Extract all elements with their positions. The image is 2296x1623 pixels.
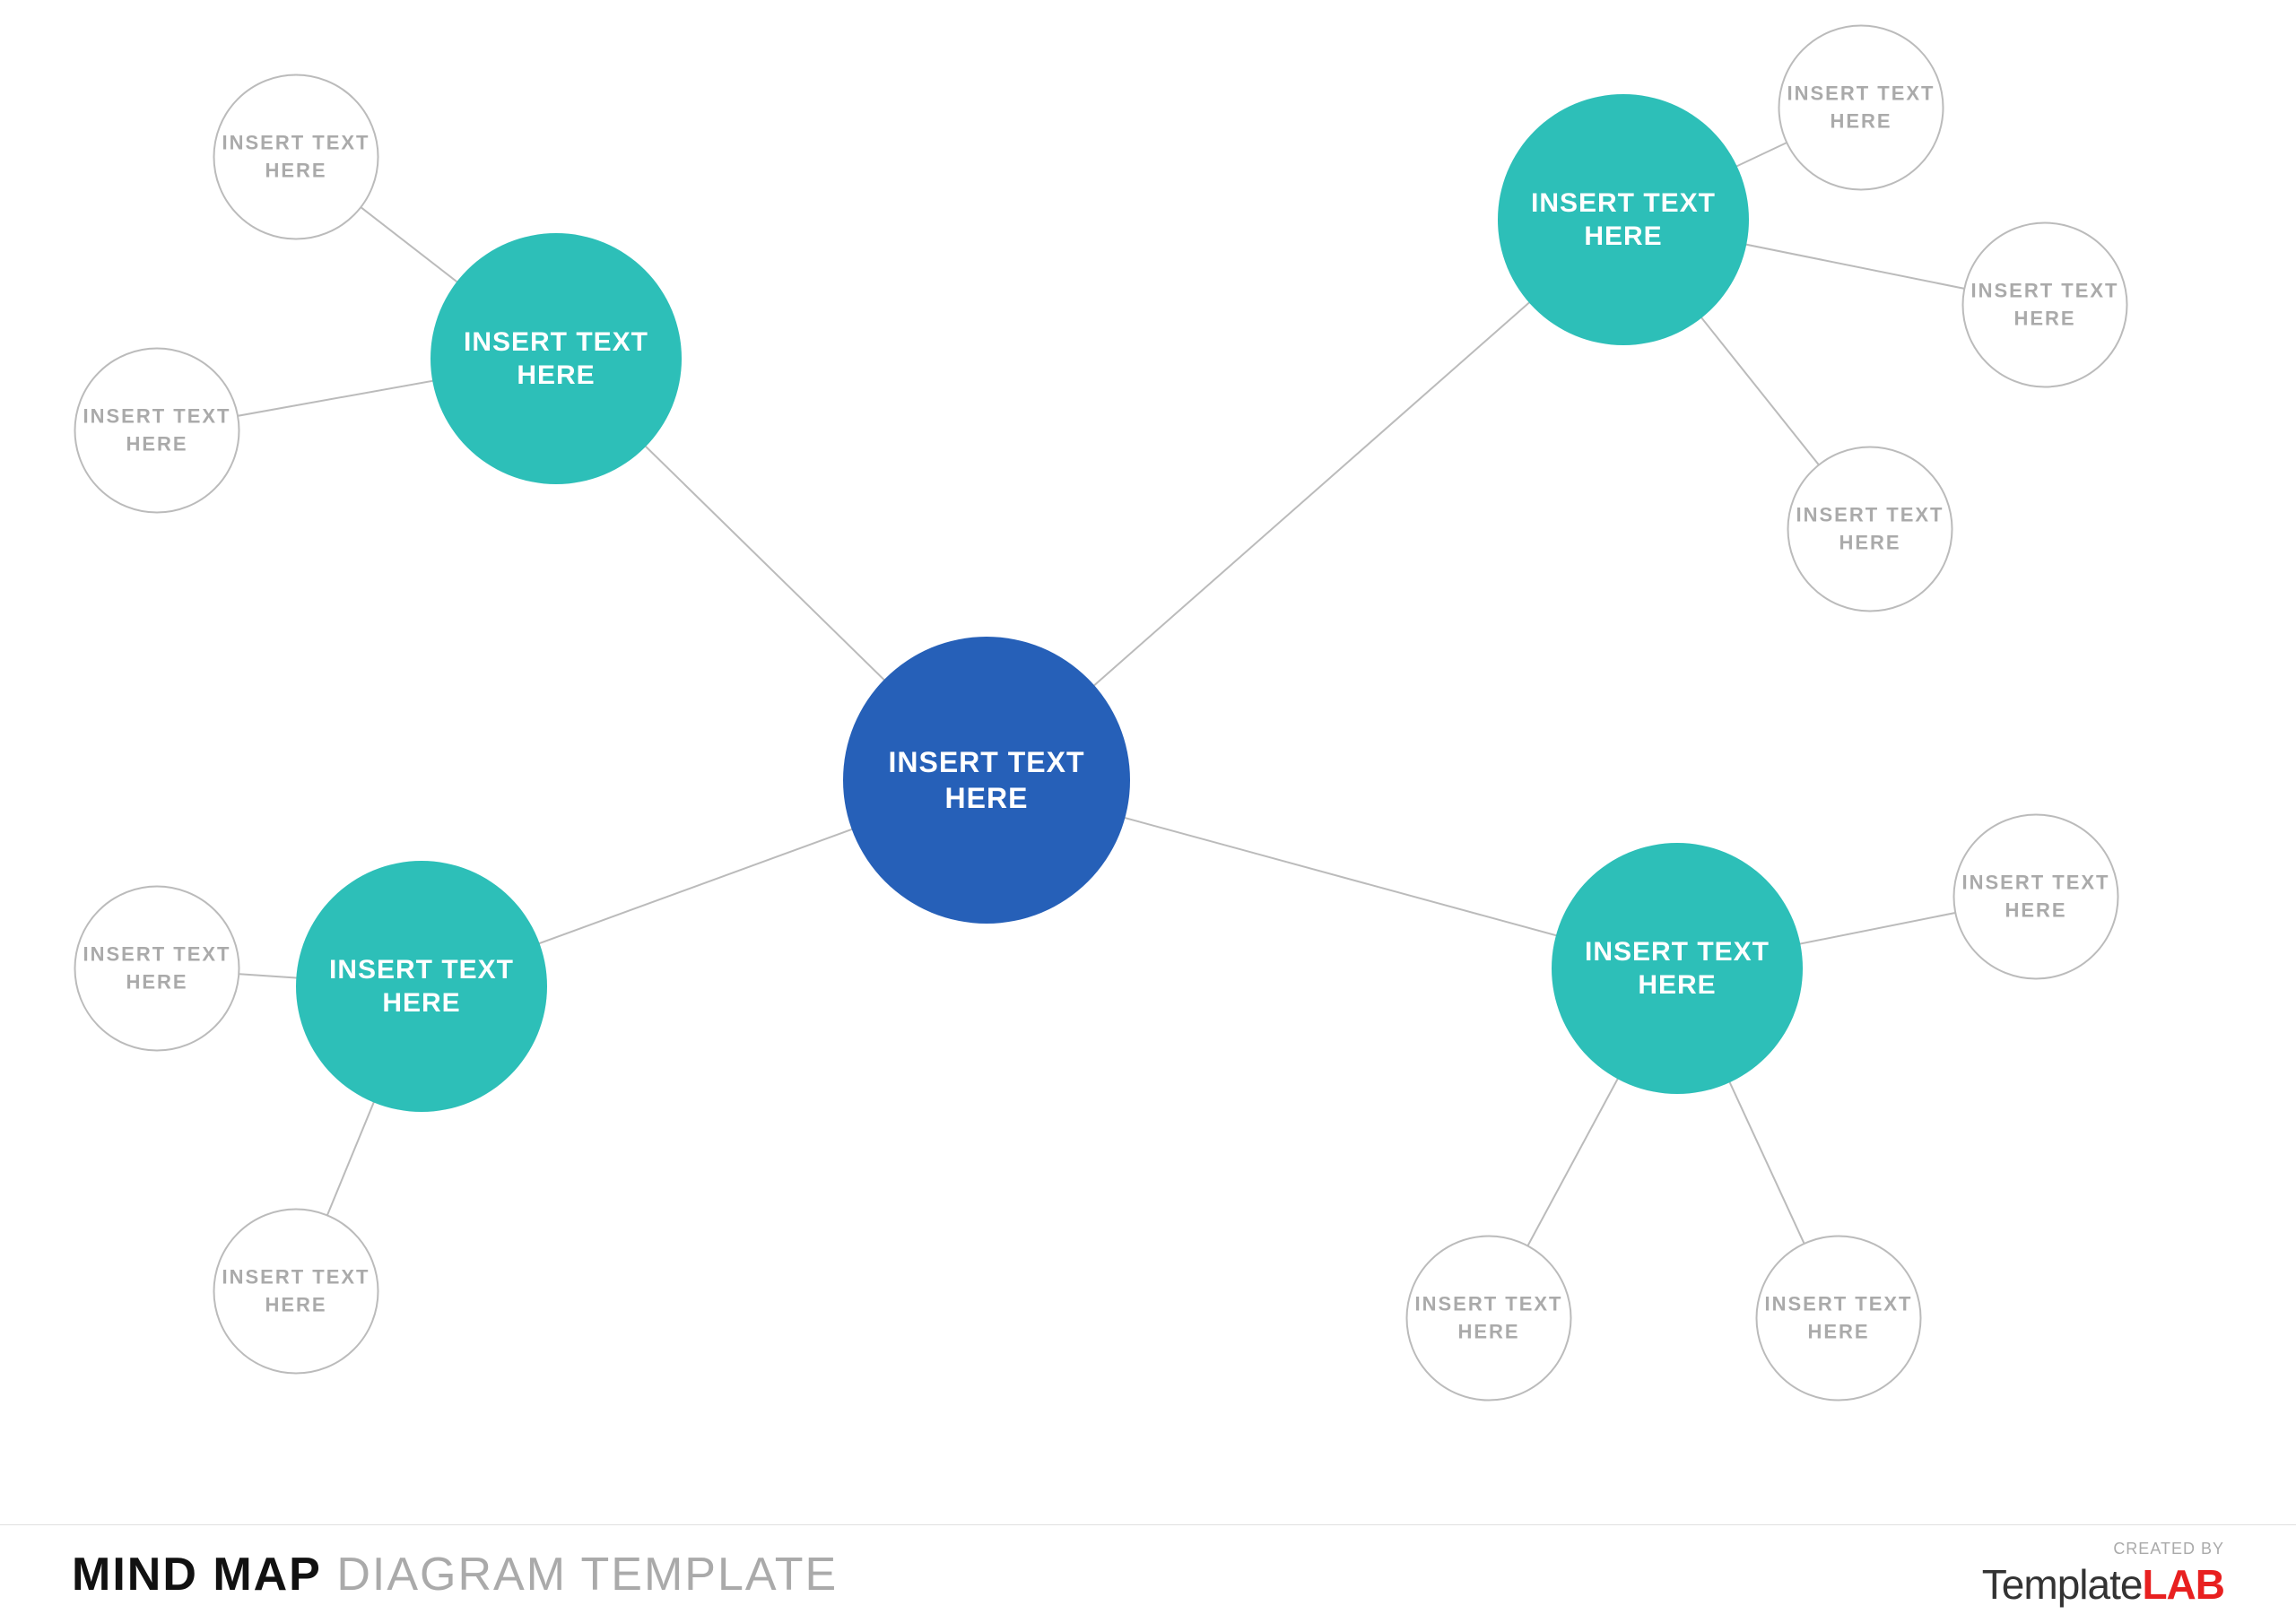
- node-text-s4: INSERT TEXT HERE: [1964, 277, 2126, 333]
- footer-logo: CREATED BY TemplateLAB: [1982, 1540, 2224, 1609]
- node-text-s5: INSERT TEXT HERE: [1789, 501, 1952, 557]
- node-text-p2: INSERT TEXT HERE: [1498, 187, 1749, 254]
- node-s7[interactable]: INSERT TEXT HERE: [213, 1209, 379, 1375]
- node-s9[interactable]: INSERT TEXT HERE: [1406, 1236, 1572, 1402]
- created-by-label: CREATED BY: [2113, 1540, 2224, 1558]
- node-p2[interactable]: INSERT TEXT HERE: [1498, 94, 1749, 345]
- node-text-s6: INSERT TEXT HERE: [76, 941, 239, 996]
- node-text-s7: INSERT TEXT HERE: [215, 1263, 378, 1319]
- node-text-s1: INSERT TEXT HERE: [215, 129, 378, 185]
- node-text-s9: INSERT TEXT HERE: [1408, 1290, 1570, 1346]
- node-s10[interactable]: INSERT TEXT HERE: [1756, 1236, 1922, 1402]
- node-s2[interactable]: INSERT TEXT HERE: [74, 348, 240, 514]
- node-text-s2: INSERT TEXT HERE: [76, 403, 239, 458]
- node-text-p3: INSERT TEXT HERE: [296, 953, 547, 1020]
- node-text-p1: INSERT TEXT HERE: [430, 325, 682, 393]
- node-text-p4: INSERT TEXT HERE: [1552, 935, 1803, 1002]
- node-text-s3: INSERT TEXT HERE: [1780, 80, 1943, 135]
- logo-template: Template: [1982, 1561, 2143, 1608]
- node-center[interactable]: INSERT TEXT HERE: [843, 637, 1130, 924]
- node-p4[interactable]: INSERT TEXT HERE: [1552, 843, 1803, 1094]
- footer-title-bold: MIND MAP: [72, 1549, 322, 1601]
- footer: MIND MAP DIAGRAM TEMPLATE CREATED BY Tem…: [0, 1524, 2296, 1623]
- logo-lab: LAB: [2142, 1561, 2224, 1608]
- node-s1[interactable]: INSERT TEXT HERE: [213, 74, 379, 240]
- node-s3[interactable]: INSERT TEXT HERE: [1779, 25, 1944, 191]
- node-s8[interactable]: INSERT TEXT HERE: [1953, 814, 2119, 980]
- node-text-center: INSERT TEXT HERE: [843, 744, 1130, 816]
- node-p3[interactable]: INSERT TEXT HERE: [296, 861, 547, 1112]
- node-text-s8: INSERT TEXT HERE: [1955, 869, 2118, 924]
- node-s5[interactable]: INSERT TEXT HERE: [1787, 447, 1953, 612]
- node-s6[interactable]: INSERT TEXT HERE: [74, 886, 240, 1052]
- node-text-s10: INSERT TEXT HERE: [1758, 1290, 1920, 1346]
- node-p1[interactable]: INSERT TEXT HERE: [430, 233, 682, 484]
- diagram-container: INSERT TEXT HERE INSERT TEXT HERE INSERT T…: [0, 0, 2296, 1569]
- node-s4[interactable]: INSERT TEXT HERE: [1962, 222, 2128, 388]
- footer-title: MIND MAP DIAGRAM TEMPLATE: [72, 1548, 838, 1601]
- footer-title-light: DIAGRAM TEMPLATE: [336, 1549, 838, 1601]
- logo-text: TemplateLAB: [1982, 1560, 2224, 1609]
